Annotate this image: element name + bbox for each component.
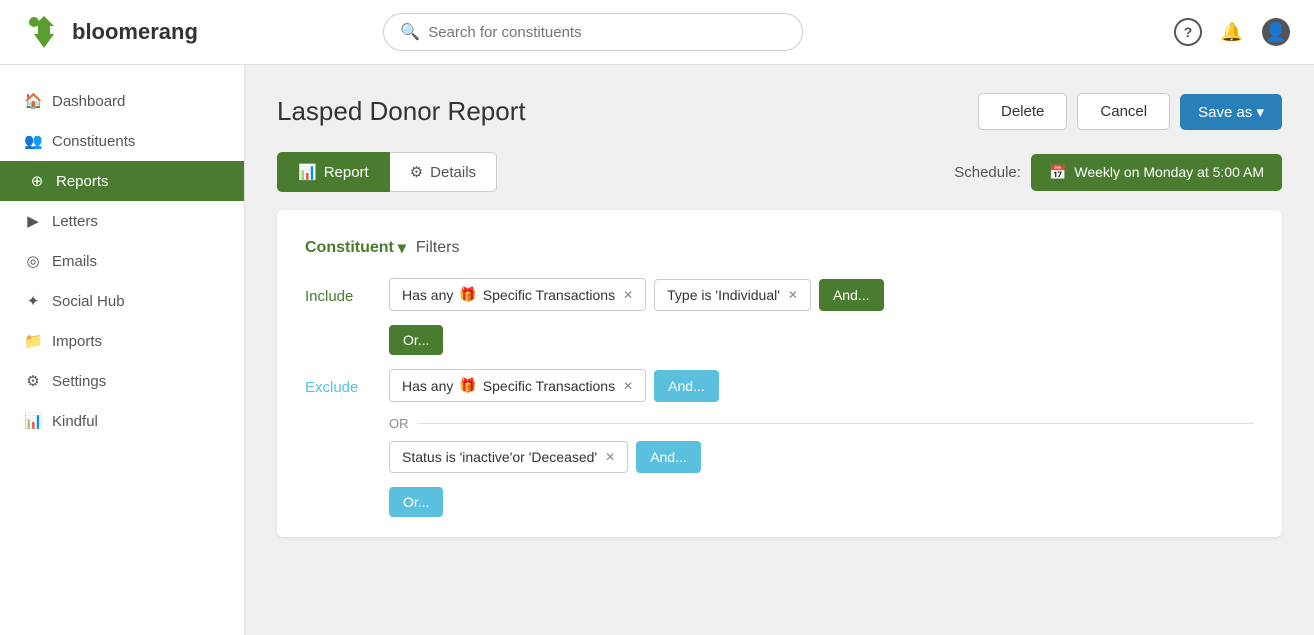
status-chips: Status is 'inactive'or 'Deceased' ✕ And.…	[389, 441, 701, 473]
logo-text: bloomerang	[72, 19, 198, 45]
kindful-icon: 📊	[24, 412, 42, 430]
filter-card: Constituent ▾ Filters Include Has any 🎁 …	[277, 210, 1282, 537]
constituent-filter-button[interactable]: Constituent ▾	[305, 238, 406, 258]
remove-exclude-chip-transactions[interactable]: ✕	[623, 379, 633, 393]
schedule-area: Schedule: 📅 Weekly on Monday at 5:00 AM	[954, 154, 1282, 191]
include-filter-row: Include Has any 🎁 Specific Transactions …	[305, 278, 1254, 311]
sidebar-item-letters[interactable]: ▶ Letters	[0, 201, 244, 241]
top-nav: bloomerang 🔍 ? 🔔 👤	[0, 0, 1314, 65]
sidebar-item-constituents[interactable]: 👥 Constituents	[0, 121, 244, 161]
or-divider: OR	[389, 416, 1254, 431]
layout: 🏠 Dashboard 👥 Constituents ⊕ Reports ▶ L…	[0, 65, 1314, 635]
exclude-chips: Has any 🎁 Specific Transactions ✕ And...	[389, 369, 719, 402]
gear-icon: ⚙	[410, 163, 423, 181]
avatar-icon[interactable]: 👤	[1262, 18, 1290, 46]
schedule-label: Schedule:	[954, 164, 1021, 181]
main-content: Lasped Donor Report Delete Cancel Save a…	[245, 65, 1314, 635]
sidebar-item-kindful[interactable]: 📊 Kindful	[0, 401, 244, 441]
exclude-chip-transactions[interactable]: Has any 🎁 Specific Transactions ✕	[389, 369, 646, 402]
save-as-button[interactable]: Save as ▾	[1180, 94, 1282, 130]
sidebar: 🏠 Dashboard 👥 Constituents ⊕ Reports ▶ L…	[0, 65, 245, 635]
reports-icon: ⊕	[28, 172, 46, 190]
logo-icon	[24, 12, 64, 52]
schedule-button[interactable]: 📅 Weekly on Monday at 5:00 AM	[1031, 154, 1282, 191]
page-title: Lasped Donor Report	[277, 96, 526, 127]
tabs: 📊 Report ⚙ Details	[277, 152, 497, 192]
exclude-label: Exclude	[305, 369, 377, 396]
tab-details[interactable]: ⚙ Details	[390, 152, 497, 192]
settings-icon: ⚙	[24, 372, 42, 390]
remove-status-chip[interactable]: ✕	[605, 450, 615, 464]
chevron-down-icon: ▾	[398, 238, 406, 258]
gift-icon-exclude: 🎁	[459, 377, 476, 394]
imports-icon: 📁	[24, 332, 42, 350]
home-icon: 🏠	[24, 92, 42, 110]
include-and-button[interactable]: And...	[819, 279, 884, 311]
cancel-button[interactable]: Cancel	[1077, 93, 1170, 130]
status-filter-row: Status is 'inactive'or 'Deceased' ✕ And.…	[389, 441, 1254, 473]
calendar-icon: 📅	[1049, 164, 1066, 181]
delete-button[interactable]: Delete	[978, 93, 1067, 130]
sidebar-item-imports[interactable]: 📁 Imports	[0, 321, 244, 361]
sidebar-item-emails[interactable]: ◎ Emails	[0, 241, 244, 281]
remove-chip-type[interactable]: ✕	[788, 288, 798, 302]
include-or-button[interactable]: Or...	[389, 325, 443, 355]
letters-icon: ▶	[24, 212, 42, 230]
include-chips: Has any 🎁 Specific Transactions ✕ Type i…	[389, 278, 884, 311]
tab-report[interactable]: 📊 Report	[277, 152, 390, 192]
pie-chart-icon: 📊	[298, 163, 317, 181]
page-header: Lasped Donor Report Delete Cancel Save a…	[277, 93, 1282, 130]
logo[interactable]: bloomerang	[24, 12, 198, 52]
search-bar[interactable]: 🔍	[383, 13, 803, 51]
include-chip-transactions[interactable]: Has any 🎁 Specific Transactions ✕	[389, 278, 646, 311]
sidebar-item-social-hub[interactable]: ✦ Social Hub	[0, 281, 244, 321]
gift-icon: 🎁	[459, 286, 476, 303]
social-hub-icon: ✦	[24, 292, 42, 310]
sidebar-item-settings[interactable]: ⚙ Settings	[0, 361, 244, 401]
search-icon: 🔍	[400, 22, 420, 42]
filter-header: Constituent ▾ Filters	[305, 238, 1254, 258]
status-chip[interactable]: Status is 'inactive'or 'Deceased' ✕	[389, 441, 628, 473]
exclude-and-button[interactable]: And...	[654, 370, 719, 402]
emails-icon: ◎	[24, 252, 42, 270]
help-icon[interactable]: ?	[1174, 18, 1202, 46]
remove-chip-transactions[interactable]: ✕	[623, 288, 633, 302]
sidebar-item-dashboard[interactable]: 🏠 Dashboard	[0, 81, 244, 121]
include-label: Include	[305, 278, 377, 305]
bell-icon[interactable]: 🔔	[1218, 18, 1246, 46]
constituents-icon: 👥	[24, 132, 42, 150]
sidebar-item-reports[interactable]: ⊕ Reports	[0, 161, 244, 201]
header-actions: Delete Cancel Save as ▾	[978, 93, 1282, 130]
status-and-button[interactable]: And...	[636, 441, 701, 473]
tab-bar: 📊 Report ⚙ Details Schedule: 📅 Weekly on…	[277, 152, 1282, 192]
exclude-or-button[interactable]: Or...	[389, 487, 443, 517]
nav-icons: ? 🔔 👤	[1174, 18, 1290, 46]
filters-label: Filters	[416, 239, 460, 257]
search-input[interactable]	[428, 24, 786, 41]
include-chip-type[interactable]: Type is 'Individual' ✕	[654, 279, 811, 311]
exclude-filter-row: Exclude Has any 🎁 Specific Transactions …	[305, 369, 1254, 402]
